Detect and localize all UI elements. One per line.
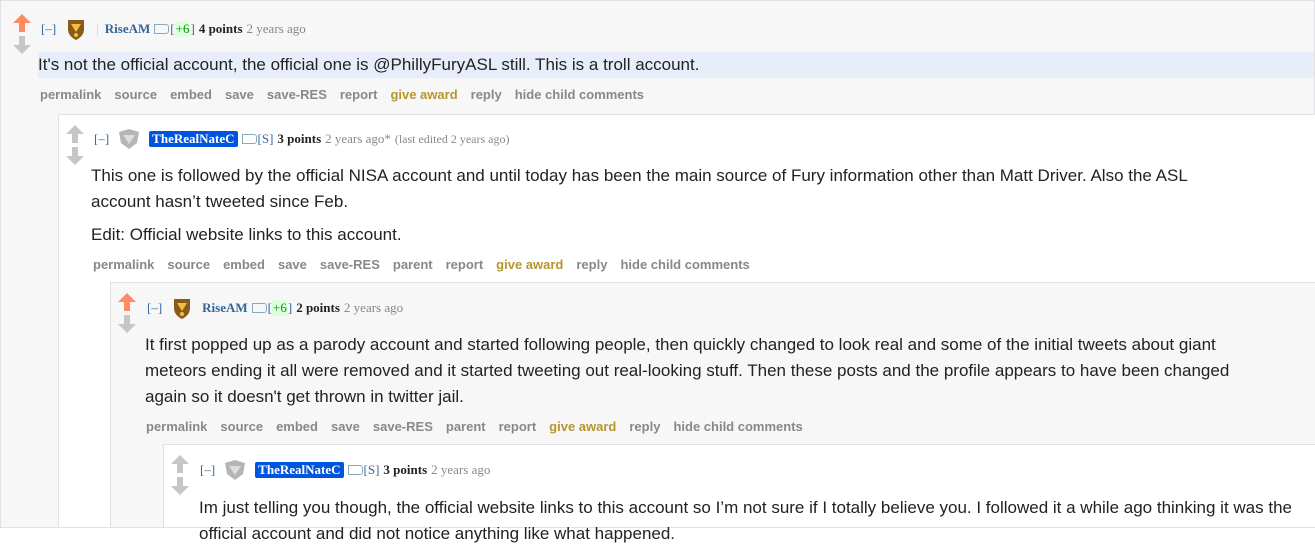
points: 3 points xyxy=(383,462,428,477)
action-bar: permalink source embed save save-RES report gi… xyxy=(40,87,657,102)
vote-weight: +6 xyxy=(174,21,191,37)
reply-link[interactable]: reply xyxy=(471,87,502,102)
tagline: [–] TheRealNateC [S] 3 points 2 years ag… xyxy=(94,127,509,151)
timestamp: 2 years ago xyxy=(431,462,491,477)
embed-link[interactable]: embed xyxy=(276,419,318,434)
upvote-arrow-icon[interactable] xyxy=(65,124,85,144)
tag-icon xyxy=(347,465,363,475)
divider: | xyxy=(96,21,99,36)
report-link[interactable]: report xyxy=(499,419,537,434)
hide-child-comments-link[interactable]: hide child comments xyxy=(620,257,749,272)
give-award-link[interactable]: give award xyxy=(496,257,563,272)
downvote-arrow-icon[interactable] xyxy=(12,35,32,55)
upvote-arrow-icon[interactable] xyxy=(12,13,32,33)
permalink-link[interactable]: permalink xyxy=(146,419,207,434)
comment-body: It's not the official account, the offic… xyxy=(38,52,1314,78)
embed-link[interactable]: embed xyxy=(170,87,212,102)
user-tag[interactable]: [+6] xyxy=(154,21,195,37)
source-link[interactable]: source xyxy=(114,87,157,102)
vote-weight: +6 xyxy=(272,300,288,316)
submitter-flag: S xyxy=(261,131,270,146)
shield-avatar-icon xyxy=(68,20,85,40)
collapse-toggle[interactable]: [–] xyxy=(200,462,215,478)
source-link[interactable]: source xyxy=(167,257,210,272)
comment-4: [–] TheRealNateC [S] 3 points 2 years ag… xyxy=(163,444,1315,543)
shield-avatar-icon xyxy=(174,299,191,319)
comment-paragraph: Edit: Official website links to this acc… xyxy=(91,225,402,244)
comment-body: This one is followed by the official NIS… xyxy=(91,163,1191,248)
tagline: [–] RiseAM [+6] 2 points 2 years ago xyxy=(147,296,407,320)
give-award-link[interactable]: give award xyxy=(390,87,457,102)
comment-body: It first popped up as a parody account a… xyxy=(145,332,1245,410)
points: 4 points xyxy=(198,21,243,36)
comment-body: Im just telling you though, the official… xyxy=(199,495,1299,547)
parent-link[interactable]: parent xyxy=(446,419,486,434)
tag-icon xyxy=(251,303,267,313)
author-link[interactable]: RiseAM xyxy=(105,21,151,37)
badge-avatar-icon xyxy=(119,129,140,149)
comment-paragraph: This one is followed by the official NIS… xyxy=(91,166,1188,211)
vote-arrows xyxy=(117,292,141,336)
timestamp: 2 years ago* xyxy=(325,131,391,146)
tagline: [–] | RiseAM [+6] 4 points 2 years ago xyxy=(41,17,310,41)
action-bar: permalink source embed save save-RES parent re… xyxy=(93,257,763,272)
comment-paragraph: It first popped up as a parody account a… xyxy=(145,335,1230,406)
permalink-link[interactable]: permalink xyxy=(40,87,101,102)
downvote-arrow-icon[interactable] xyxy=(65,146,85,166)
downvote-arrow-icon[interactable] xyxy=(117,314,137,334)
points: 3 points xyxy=(277,131,322,146)
collapse-toggle[interactable]: [–] xyxy=(94,131,109,147)
tag-icon xyxy=(241,134,257,144)
reply-link[interactable]: reply xyxy=(629,419,660,434)
tagline: [–] TheRealNateC [S] 3 points 2 years ag… xyxy=(200,458,494,482)
comment-paragraph: It's not the official account, the offic… xyxy=(38,52,1314,78)
user-tag[interactable]: [S] xyxy=(241,131,273,147)
submitter-flag: S xyxy=(367,462,376,477)
action-bar: permalink source embed save save-RES parent re… xyxy=(146,419,816,434)
hide-child-comments-link[interactable]: hide child comments xyxy=(673,419,802,434)
save-link[interactable]: save xyxy=(225,87,254,102)
vote-arrows xyxy=(12,13,36,57)
source-link[interactable]: source xyxy=(220,419,263,434)
vote-arrows xyxy=(65,124,89,168)
give-award-link[interactable]: give award xyxy=(549,419,616,434)
timestamp: 2 years ago xyxy=(246,21,306,36)
user-tag[interactable]: [+6] xyxy=(251,300,292,316)
author-link[interactable]: RiseAM xyxy=(202,300,248,316)
reply-link[interactable]: reply xyxy=(576,257,607,272)
collapse-toggle[interactable]: [–] xyxy=(41,21,56,37)
upvote-arrow-icon[interactable] xyxy=(117,292,137,312)
comment-paragraph: Im just telling you though, the official… xyxy=(199,498,1292,543)
badge-avatar-icon xyxy=(225,460,246,480)
save-res-link[interactable]: save-RES xyxy=(320,257,380,272)
save-link[interactable]: save xyxy=(331,419,360,434)
report-link[interactable]: report xyxy=(340,87,378,102)
tag-icon xyxy=(154,24,170,34)
points: 2 points xyxy=(296,300,340,315)
permalink-link[interactable]: permalink xyxy=(93,257,154,272)
save-res-link[interactable]: save-RES xyxy=(373,419,433,434)
save-res-link[interactable]: save-RES xyxy=(267,87,327,102)
user-tag[interactable]: [S] xyxy=(347,462,379,478)
edited-note: (last edited 2 years ago) xyxy=(394,131,510,146)
hide-child-comments-link[interactable]: hide child comments xyxy=(515,87,644,102)
embed-link[interactable]: embed xyxy=(223,257,265,272)
author-link[interactable]: TheRealNateC xyxy=(255,462,344,478)
collapse-toggle[interactable]: [–] xyxy=(147,300,162,316)
timestamp: 2 years ago xyxy=(343,300,404,315)
save-link[interactable]: save xyxy=(278,257,307,272)
vote-arrows xyxy=(170,454,194,498)
downvote-arrow-icon[interactable] xyxy=(170,476,190,496)
report-link[interactable]: report xyxy=(446,257,484,272)
parent-link[interactable]: parent xyxy=(393,257,433,272)
author-link[interactable]: TheRealNateC xyxy=(149,131,238,147)
upvote-arrow-icon[interactable] xyxy=(170,454,190,474)
